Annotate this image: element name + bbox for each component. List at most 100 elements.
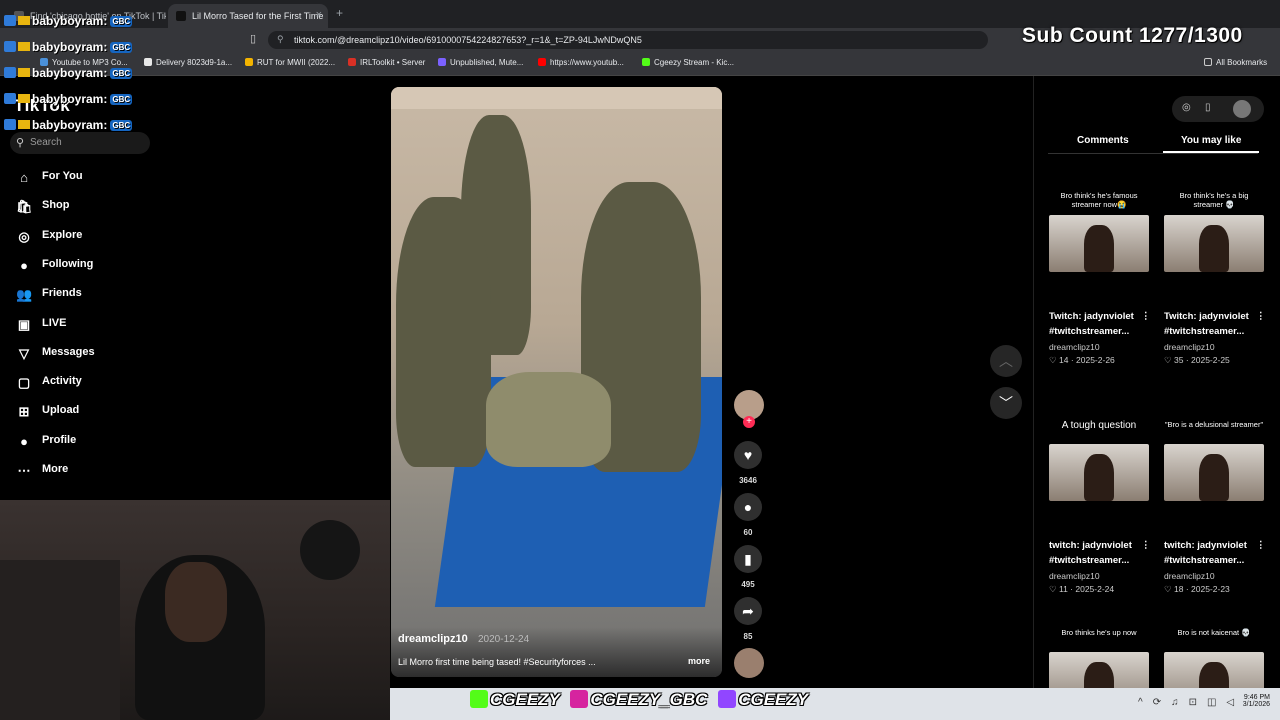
nav-item-profile[interactable]: ● Profile bbox=[16, 434, 76, 449]
all-bookmarks-button[interactable]: All Bookmarks bbox=[1204, 58, 1267, 67]
video-thumbnail[interactable] bbox=[1049, 215, 1149, 272]
card-title[interactable]: twitch: jadynviolet #twitchstreamer... bbox=[1164, 538, 1247, 568]
more-options-icon[interactable]: ⋮ bbox=[1256, 309, 1266, 324]
ceiling-image bbox=[391, 87, 722, 109]
card-author[interactable]: dreamclipz10 bbox=[1049, 342, 1100, 352]
nav-item-friends[interactable]: 👥 Friends bbox=[16, 287, 82, 302]
video-date: 2020-12-24 bbox=[478, 634, 530, 645]
phone-icon[interactable]: ▯ bbox=[1205, 102, 1211, 113]
taskbar-clock[interactable]: 9:46 PM 3/1/2026 bbox=[1236, 694, 1270, 708]
heart-icon[interactable]: ♥ bbox=[734, 441, 762, 469]
bookmark-item[interactable]: RUT for MWII (2022... bbox=[245, 58, 335, 67]
video-player[interactable] bbox=[391, 87, 722, 677]
video-thumbnail[interactable] bbox=[1164, 444, 1264, 501]
chat-username: babyboyram: bbox=[32, 40, 108, 54]
video-description: Lil Morro first time being tased! #Secur… bbox=[398, 657, 596, 667]
bookmark-label: RUT for MWII (2022... bbox=[257, 58, 336, 67]
crown-badge-icon bbox=[18, 16, 30, 25]
card-title[interactable]: Twitch: jadynviolet #twitchstreamer... bbox=[1164, 309, 1249, 339]
chat-username: babyboyram: bbox=[32, 92, 108, 106]
clock-time: 9:46 PM bbox=[1243, 694, 1270, 701]
comment-icon[interactable]: ● bbox=[734, 493, 762, 521]
sound-disc-icon[interactable] bbox=[734, 648, 764, 678]
search-input[interactable]: ⚲ Search bbox=[10, 132, 150, 154]
nav-item-explore[interactable]: ◎ Explore bbox=[16, 229, 82, 244]
nav-item-activity[interactable]: ▢ Activity bbox=[16, 375, 82, 390]
url-field[interactable]: ⚲ tiktok.com/@dreamclipz10/video/6910000… bbox=[268, 31, 988, 49]
share-icon[interactable]: ➦ bbox=[734, 597, 762, 625]
card-title-line2: #twitchstreamer... bbox=[1049, 555, 1130, 566]
bookmark-icon[interactable]: ▮ bbox=[734, 545, 762, 573]
nav-item-live[interactable]: ▣ LIVE bbox=[16, 317, 67, 332]
bookmark-item[interactable]: IRLToolkit • Server bbox=[348, 58, 425, 67]
bookmark-item[interactable]: Cgeezy Stream - Kic... bbox=[642, 58, 734, 67]
system-tray-icons[interactable]: ^⟳♫⊡◫◁ bbox=[1138, 697, 1244, 708]
nav-item-following[interactable]: ● Following bbox=[16, 258, 93, 273]
avatar-icon: ● bbox=[20, 433, 28, 449]
card-title-line1: Twitch: jadynviolet bbox=[1049, 311, 1134, 322]
heart-outline-icon: ♡ bbox=[1049, 584, 1059, 594]
profile-avatar[interactable] bbox=[1233, 100, 1251, 118]
social-handles-overlay: CGEEZY CGEEZY_GBC CGEEZY bbox=[470, 690, 808, 710]
more-options-icon[interactable]: ⋮ bbox=[1141, 309, 1151, 324]
browser-tab-video[interactable]: Lil Morro Tased for the First Time × bbox=[168, 4, 328, 28]
shop-icon: 🛍 bbox=[16, 199, 33, 215]
panel-toolbar: ◎ ▯ bbox=[1172, 96, 1264, 122]
friends-icon: 👥 bbox=[16, 287, 33, 303]
nav-item-shop[interactable]: 🛍 Shop bbox=[16, 199, 70, 214]
bookmark-star-icon[interactable]: ▯ bbox=[250, 32, 256, 45]
right-panel bbox=[1033, 76, 1280, 720]
nav-item-more[interactable]: ⋯ More bbox=[16, 463, 69, 478]
tab-comments[interactable]: Comments bbox=[1077, 135, 1129, 146]
nav-item-upload[interactable]: ⊞ Upload bbox=[16, 404, 80, 420]
video-thumbnail[interactable] bbox=[1049, 444, 1149, 501]
nav-item-for-you[interactable]: ⌂ For You bbox=[16, 170, 82, 185]
video-caption: "Bro is a delusional streamer" bbox=[1164, 420, 1264, 429]
tab-you-may-like[interactable]: You may like bbox=[1181, 135, 1241, 146]
card-title[interactable]: twitch: jadynviolet #twitchstreamer... bbox=[1049, 538, 1132, 568]
shelf-image bbox=[0, 560, 120, 720]
bookmark-favicon-icon bbox=[40, 58, 48, 66]
card-title[interactable]: Twitch: jadynviolet #twitchstreamer... bbox=[1049, 309, 1134, 339]
upload-icon: ⊞ bbox=[18, 404, 30, 420]
sub-count-overlay: Sub Count 1277/1300 bbox=[1022, 24, 1243, 47]
video-thumbnail[interactable] bbox=[1164, 215, 1264, 272]
verified-badge-icon bbox=[4, 119, 16, 130]
twitch-icon bbox=[718, 690, 737, 708]
card-author[interactable]: dreamclipz10 bbox=[1049, 571, 1100, 581]
card-author[interactable]: dreamclipz10 bbox=[1164, 342, 1215, 352]
card-author[interactable]: dreamclipz10 bbox=[1164, 571, 1215, 581]
site-settings-icon[interactable]: ⚲ bbox=[277, 34, 284, 45]
person-image bbox=[1084, 454, 1114, 501]
crown-badge-icon bbox=[18, 68, 30, 77]
compass-icon[interactable]: ◎ bbox=[1182, 102, 1191, 113]
more-options-icon[interactable]: ⋮ bbox=[1141, 538, 1151, 553]
verified-badge-icon bbox=[4, 93, 16, 104]
more-options-icon[interactable]: ⋮ bbox=[1256, 538, 1266, 553]
new-tab-icon[interactable]: + bbox=[336, 6, 343, 20]
instagram-handle: CGEEZY_GBC bbox=[590, 690, 708, 709]
bookmark-item[interactable]: Unpublished, Mute... bbox=[438, 58, 523, 67]
bookmark-item[interactable]: Delivery 8023d9-1a... bbox=[144, 58, 232, 67]
more-button[interactable]: more bbox=[688, 656, 710, 666]
microphone-image bbox=[300, 520, 360, 580]
search-icon: ⚲ bbox=[16, 137, 25, 149]
video-caption: Bro think's he's famous streamer now😭 bbox=[1060, 191, 1138, 209]
follow-plus-icon[interactable]: + bbox=[743, 416, 755, 428]
heart-outline-icon: ♡ bbox=[1164, 584, 1174, 594]
next-video-button[interactable]: ﹀ bbox=[990, 387, 1022, 419]
bookmark-label: Delivery 8023d9-1a... bbox=[156, 58, 233, 67]
card-title-line2: #twitchstreamer... bbox=[1049, 326, 1130, 337]
video-author[interactable]: dreamclipz10 bbox=[398, 633, 468, 645]
chat-message: babyboyram: GBC bbox=[4, 118, 133, 132]
like-count: 3646 bbox=[739, 476, 757, 485]
bookmark-item[interactable]: https://www.youtub... bbox=[538, 58, 624, 67]
verified-badge-icon bbox=[4, 67, 16, 78]
gbc-emote: GBC bbox=[110, 16, 133, 27]
nav-item-messages[interactable]: ▽ Messages bbox=[16, 346, 95, 361]
card-stats: ♡ 11 · 2025-2-24 bbox=[1049, 584, 1114, 595]
previous-video-button[interactable]: ︿ bbox=[990, 345, 1022, 377]
close-tab-icon[interactable]: × bbox=[316, 9, 322, 21]
url-text: tiktok.com/@dreamclipz10/video/691000075… bbox=[294, 35, 642, 45]
comment-count: 60 bbox=[743, 528, 753, 537]
